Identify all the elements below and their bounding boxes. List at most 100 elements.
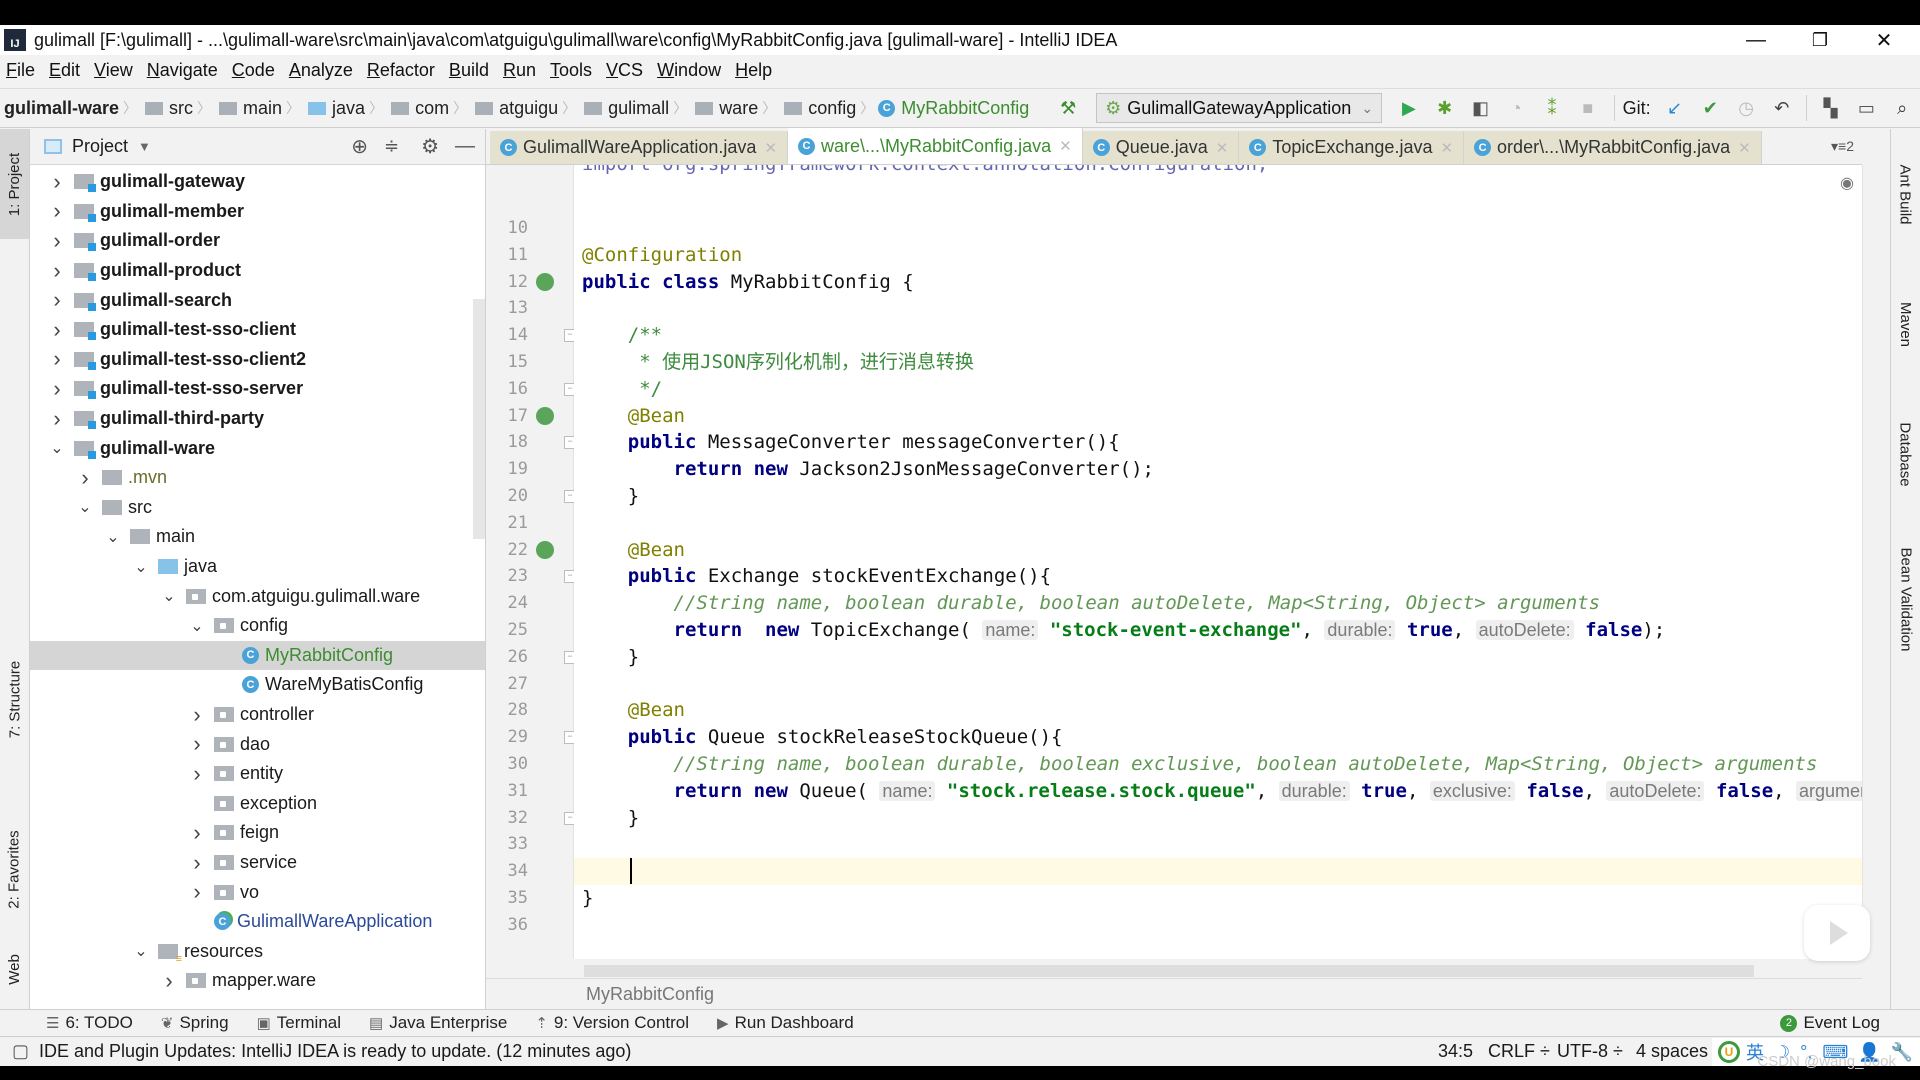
tree-item[interactable]: › gulimall-test-sso-client2 bbox=[30, 345, 485, 375]
breadcrumb-item[interactable]: C MyRabbitConfig bbox=[878, 98, 1029, 119]
breadcrumb-item[interactable]: atguigu bbox=[471, 98, 558, 119]
menu-item-build[interactable]: Build bbox=[449, 60, 489, 81]
tool-tab-favorites[interactable]: 2: Favorites bbox=[0, 809, 29, 929]
chevron-right-icon[interactable]: › bbox=[48, 317, 66, 343]
editor-tab[interactable]: C Queue.java ✕ bbox=[1082, 131, 1240, 164]
menu-item-file[interactable]: File bbox=[6, 60, 35, 81]
close-button[interactable]: ✕ bbox=[1854, 25, 1914, 55]
menu-item-tools[interactable]: Tools bbox=[550, 60, 592, 81]
breadcrumb-item[interactable]: main bbox=[215, 98, 282, 119]
settings-gear-icon[interactable]: ⚙ bbox=[421, 134, 439, 159]
chevron-right-icon[interactable]: › bbox=[188, 702, 206, 728]
close-tab-icon[interactable]: ✕ bbox=[764, 139, 777, 157]
chevron-down-icon[interactable]: ⌄ bbox=[188, 616, 206, 636]
tool-window-button-javaenterprise[interactable]: ▤ Java Enterprise bbox=[369, 1013, 507, 1033]
chevron-down-icon[interactable]: ⌄ bbox=[76, 497, 94, 517]
chevron-right-icon[interactable]: › bbox=[48, 258, 66, 284]
tree-item[interactable]: › vo bbox=[30, 877, 485, 907]
tree-item[interactable]: › gulimall-search bbox=[30, 285, 485, 315]
minimize-button[interactable]: — bbox=[1726, 25, 1786, 55]
attach-debugger-icon[interactable]: ⁑ bbox=[1539, 95, 1565, 121]
notification-icon[interactable]: ▢ bbox=[12, 1041, 29, 1062]
chevron-down-icon[interactable]: ⌄ bbox=[132, 941, 150, 961]
tree-item[interactable]: › controller bbox=[30, 700, 485, 730]
menu-item-vcs[interactable]: VCS bbox=[606, 60, 643, 81]
restore-button[interactable]: ❐ bbox=[1790, 25, 1850, 55]
tool-tab-ant-build[interactable]: Ant Build bbox=[1891, 139, 1920, 249]
git-history-icon[interactable]: ◷ bbox=[1733, 95, 1759, 121]
chevron-down-icon[interactable]: ⌄ bbox=[48, 438, 66, 458]
locate-file-icon[interactable]: ⊕ bbox=[351, 134, 368, 159]
tool-tab-bean-validation[interactable]: Bean Validation bbox=[1891, 519, 1920, 679]
chevron-right-icon[interactable]: › bbox=[188, 731, 206, 757]
chevron-down-icon[interactable]: ⌄ bbox=[132, 557, 150, 577]
video-play-overlay-icon[interactable] bbox=[1804, 905, 1870, 961]
tree-item[interactable]: ⌄ gulimall-ware bbox=[30, 433, 485, 463]
event-log-button[interactable]: 2 Event Log bbox=[1780, 1013, 1880, 1033]
editor-tab[interactable]: C GulimallWareApplication.java ✕ bbox=[490, 131, 789, 164]
line-separator-select[interactable]: CRLF ÷ bbox=[1488, 1041, 1550, 1062]
debug-icon[interactable]: ✱ bbox=[1432, 95, 1458, 121]
chevron-right-icon[interactable]: › bbox=[188, 850, 206, 876]
search-icon[interactable]: ⌕ bbox=[1889, 95, 1915, 121]
tree-item[interactable]: › entity bbox=[30, 759, 485, 789]
chevron-right-icon[interactable]: › bbox=[48, 287, 66, 313]
tree-item[interactable]: › gulimall-test-sso-server bbox=[30, 374, 485, 404]
chevron-right-icon[interactable]: › bbox=[48, 198, 66, 224]
breadcrumb-item[interactable]: gulimall bbox=[580, 98, 669, 119]
chevron-down-icon[interactable]: ▼ bbox=[138, 139, 151, 154]
menu-item-refactor[interactable]: Refactor bbox=[367, 60, 435, 81]
chevron-right-icon[interactable]: › bbox=[48, 169, 66, 195]
encoding-select[interactable]: UTF-8 ÷ bbox=[1557, 1041, 1623, 1062]
tool-tab-web[interactable]: Web bbox=[0, 939, 29, 999]
editor-tab[interactable]: C TopicExchange.java ✕ bbox=[1239, 131, 1465, 164]
collapse-all-icon[interactable]: ≑ bbox=[384, 136, 399, 157]
caret-position[interactable]: 34:5 bbox=[1438, 1041, 1473, 1062]
spring-config-gutter-icon[interactable] bbox=[536, 272, 554, 291]
tree-item[interactable]: C MyRabbitConfig bbox=[30, 640, 485, 671]
editor-breadcrumb-item[interactable]: MyRabbitConfig bbox=[586, 984, 714, 1005]
tool-window-button-rundashboard[interactable]: ▶ Run Dashboard bbox=[717, 1013, 854, 1033]
build-hammer-icon[interactable]: ⚒ bbox=[1055, 95, 1081, 121]
menu-item-run[interactable]: Run bbox=[503, 60, 536, 81]
editor-tab[interactable]: Cware\...\MyRabbitConfig.java ✕ bbox=[788, 128, 1083, 164]
menu-item-edit[interactable]: Edit bbox=[49, 60, 80, 81]
close-tab-icon[interactable]: ✕ bbox=[1440, 139, 1453, 157]
tree-item[interactable]: ⌄ main bbox=[30, 522, 485, 552]
tree-item[interactable]: › service bbox=[30, 848, 485, 878]
chevron-right-icon[interactable]: › bbox=[48, 346, 66, 372]
hide-panel-icon[interactable]: — bbox=[455, 135, 475, 158]
menu-item-window[interactable]: Window bbox=[657, 60, 721, 81]
tree-item[interactable]: C WareMyBatisConfig bbox=[30, 670, 485, 700]
run-anything-icon[interactable]: ▭ bbox=[1853, 95, 1879, 121]
chevron-right-icon[interactable]: › bbox=[48, 406, 66, 432]
tool-window-button-terminal[interactable]: ▣ Terminal bbox=[257, 1013, 341, 1033]
editor-tab[interactable]: Corder\...\MyRabbitConfig.java ✕ bbox=[1464, 131, 1762, 164]
close-tab-icon[interactable]: ✕ bbox=[1059, 137, 1072, 155]
tree-item[interactable]: exception bbox=[30, 789, 485, 819]
tool-window-button-todo[interactable]: ☰ 6: TODO bbox=[46, 1013, 133, 1033]
stop-icon[interactable]: ■ bbox=[1575, 95, 1601, 121]
breadcrumb-item[interactable]: gulimall-ware bbox=[4, 98, 119, 119]
editor-horizontal-scrollbar[interactable] bbox=[584, 965, 1754, 977]
tree-item[interactable]: ⌄ java bbox=[30, 552, 485, 582]
chevron-right-icon[interactable]: › bbox=[76, 465, 94, 491]
tree-item[interactable]: › .mvn bbox=[30, 463, 485, 493]
chevron-right-icon[interactable]: › bbox=[48, 228, 66, 254]
tool-tab-maven[interactable]: Maven bbox=[1891, 269, 1920, 379]
tree-item[interactable]: ⌄ resources bbox=[30, 937, 485, 967]
reader-mode-eye-icon[interactable]: ◉ bbox=[1840, 173, 1854, 193]
tree-item[interactable]: › gulimall-member bbox=[30, 197, 485, 227]
menu-item-navigate[interactable]: Navigate bbox=[147, 60, 218, 81]
tree-item[interactable]: ⌄ src bbox=[30, 493, 485, 523]
tool-tab-structure[interactable]: 7: Structure bbox=[0, 639, 29, 759]
tree-item[interactable]: › feign bbox=[30, 818, 485, 848]
breadcrumb-item[interactable]: java bbox=[304, 98, 365, 119]
tab-overflow-button[interactable]: ▾≡2 bbox=[1831, 138, 1854, 155]
chevron-right-icon[interactable]: › bbox=[188, 761, 206, 787]
code-editor[interactable]: import org.springframework.context.annot… bbox=[574, 165, 1862, 959]
tree-item[interactable]: › gulimall-order bbox=[30, 226, 485, 256]
tree-item[interactable]: › gulimall-product bbox=[30, 256, 485, 286]
tree-item[interactable]: › gulimall-test-sso-client bbox=[30, 315, 485, 345]
chevron-down-icon[interactable]: ⌄ bbox=[104, 527, 122, 547]
